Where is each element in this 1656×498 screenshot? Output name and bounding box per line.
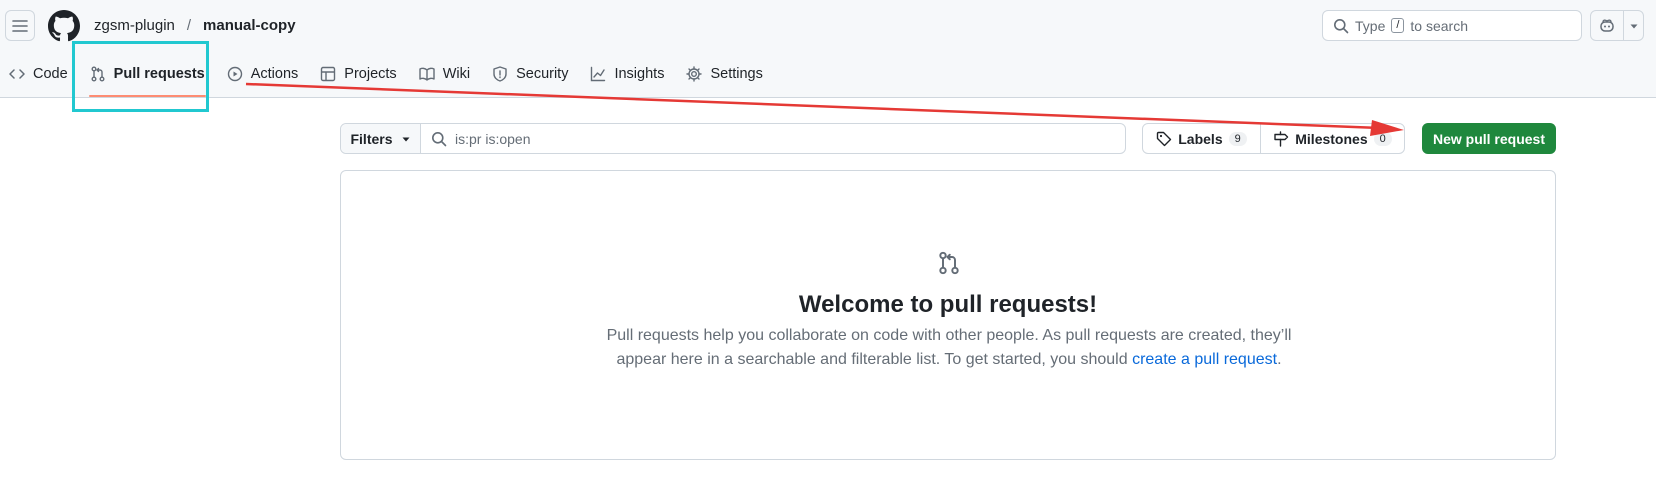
filter-input-value: is:pr is:open bbox=[455, 130, 531, 147]
create-pull-request-link[interactable]: create a pull request bbox=[1132, 351, 1277, 368]
tab-insights[interactable]: Insights bbox=[581, 56, 673, 92]
menu-button[interactable] bbox=[5, 10, 35, 41]
tab-label: Security bbox=[516, 66, 569, 82]
filters-dropdown-button[interactable]: Filters bbox=[341, 124, 421, 153]
search-placeholder-suffix: to search bbox=[1410, 17, 1469, 34]
repo-nav-tabs: Code Pull requests Actions Projects Wiki… bbox=[0, 56, 776, 98]
tab-label: Pull requests bbox=[113, 66, 205, 82]
filter-bar: Filters is:pr is:open bbox=[340, 123, 1126, 154]
github-logo-icon[interactable] bbox=[48, 10, 80, 42]
triangle-down-icon bbox=[1630, 24, 1637, 28]
blankslate-description: Pull requests help you collaborate on co… bbox=[581, 324, 1317, 372]
git-pull-request-icon bbox=[939, 251, 959, 275]
tab-security[interactable]: Security bbox=[483, 56, 577, 92]
triangle-down-icon bbox=[402, 137, 409, 141]
copilot-button[interactable] bbox=[1591, 11, 1624, 40]
search-shortcut-key: / bbox=[1391, 18, 1405, 33]
tab-label: Actions bbox=[250, 66, 299, 82]
tab-label: Settings bbox=[710, 66, 763, 82]
git-pull-request-icon bbox=[91, 66, 105, 82]
tab-code[interactable]: Code bbox=[0, 56, 77, 92]
blankslate-desc-period: . bbox=[1277, 351, 1282, 368]
tab-pull-requests[interactable]: Pull requests bbox=[81, 56, 214, 97]
shield-icon bbox=[493, 66, 507, 82]
tab-label: Code bbox=[33, 66, 68, 82]
code-icon bbox=[9, 69, 25, 79]
milestones-label: Milestones bbox=[1295, 130, 1368, 147]
global-search-input[interactable]: Type / to search bbox=[1322, 10, 1582, 41]
copilot-icon bbox=[1600, 18, 1614, 32]
book-icon bbox=[418, 67, 435, 81]
blankslate-panel: Welcome to pull requests! Pull requests … bbox=[340, 170, 1556, 460]
filters-label: Filters bbox=[350, 130, 393, 147]
owner-link[interactable]: zgsm-plugin bbox=[94, 17, 175, 34]
tab-label: Projects bbox=[344, 66, 397, 82]
copilot-dropdown-button[interactable] bbox=[1624, 21, 1643, 31]
labels-label: Labels bbox=[1178, 130, 1223, 147]
blankslate-desc-line2: appear here in a searchable and filterab… bbox=[616, 351, 1128, 368]
labels-milestones-group: Labels 9 Milestones 0 bbox=[1142, 123, 1405, 154]
tab-projects[interactable]: Projects bbox=[311, 56, 405, 92]
breadcrumb: zgsm-plugin / manual-copy bbox=[94, 17, 296, 34]
graph-icon bbox=[591, 66, 606, 82]
hamburger-icon bbox=[12, 19, 28, 32]
tab-settings[interactable]: Settings bbox=[677, 56, 771, 92]
blankslate-title: Welcome to pull requests! bbox=[798, 291, 1098, 318]
tag-icon bbox=[1157, 131, 1172, 146]
blankslate-desc-line1: Pull requests help you collaborate on co… bbox=[606, 327, 1292, 344]
repo-link[interactable]: manual-copy bbox=[203, 17, 296, 34]
gear-icon bbox=[686, 66, 703, 82]
app-header: zgsm-plugin / manual-copy Type / to sear… bbox=[0, 0, 1656, 98]
tab-wiki[interactable]: Wiki bbox=[410, 56, 479, 92]
search-placeholder-prefix: Type bbox=[1355, 17, 1386, 34]
copilot-button-group bbox=[1590, 10, 1644, 41]
labels-count-badge: 9 bbox=[1228, 131, 1247, 146]
milestones-count-badge: 0 bbox=[1373, 131, 1392, 146]
tab-label: Wiki bbox=[442, 66, 471, 82]
issue-filter-input[interactable]: is:pr is:open bbox=[421, 124, 1125, 153]
milestones-button[interactable]: Milestones 0 bbox=[1261, 124, 1404, 153]
milestone-icon bbox=[1274, 130, 1289, 147]
tab-label: Insights bbox=[614, 66, 665, 82]
search-icon bbox=[432, 131, 447, 146]
play-icon bbox=[227, 66, 242, 82]
search-icon bbox=[1334, 18, 1349, 33]
breadcrumb-separator: / bbox=[186, 17, 192, 34]
tab-actions[interactable]: Actions bbox=[218, 56, 308, 92]
labels-button[interactable]: Labels 9 bbox=[1143, 124, 1261, 153]
table-icon bbox=[321, 66, 336, 82]
new-pull-request-button[interactable]: New pull request bbox=[1422, 123, 1556, 154]
